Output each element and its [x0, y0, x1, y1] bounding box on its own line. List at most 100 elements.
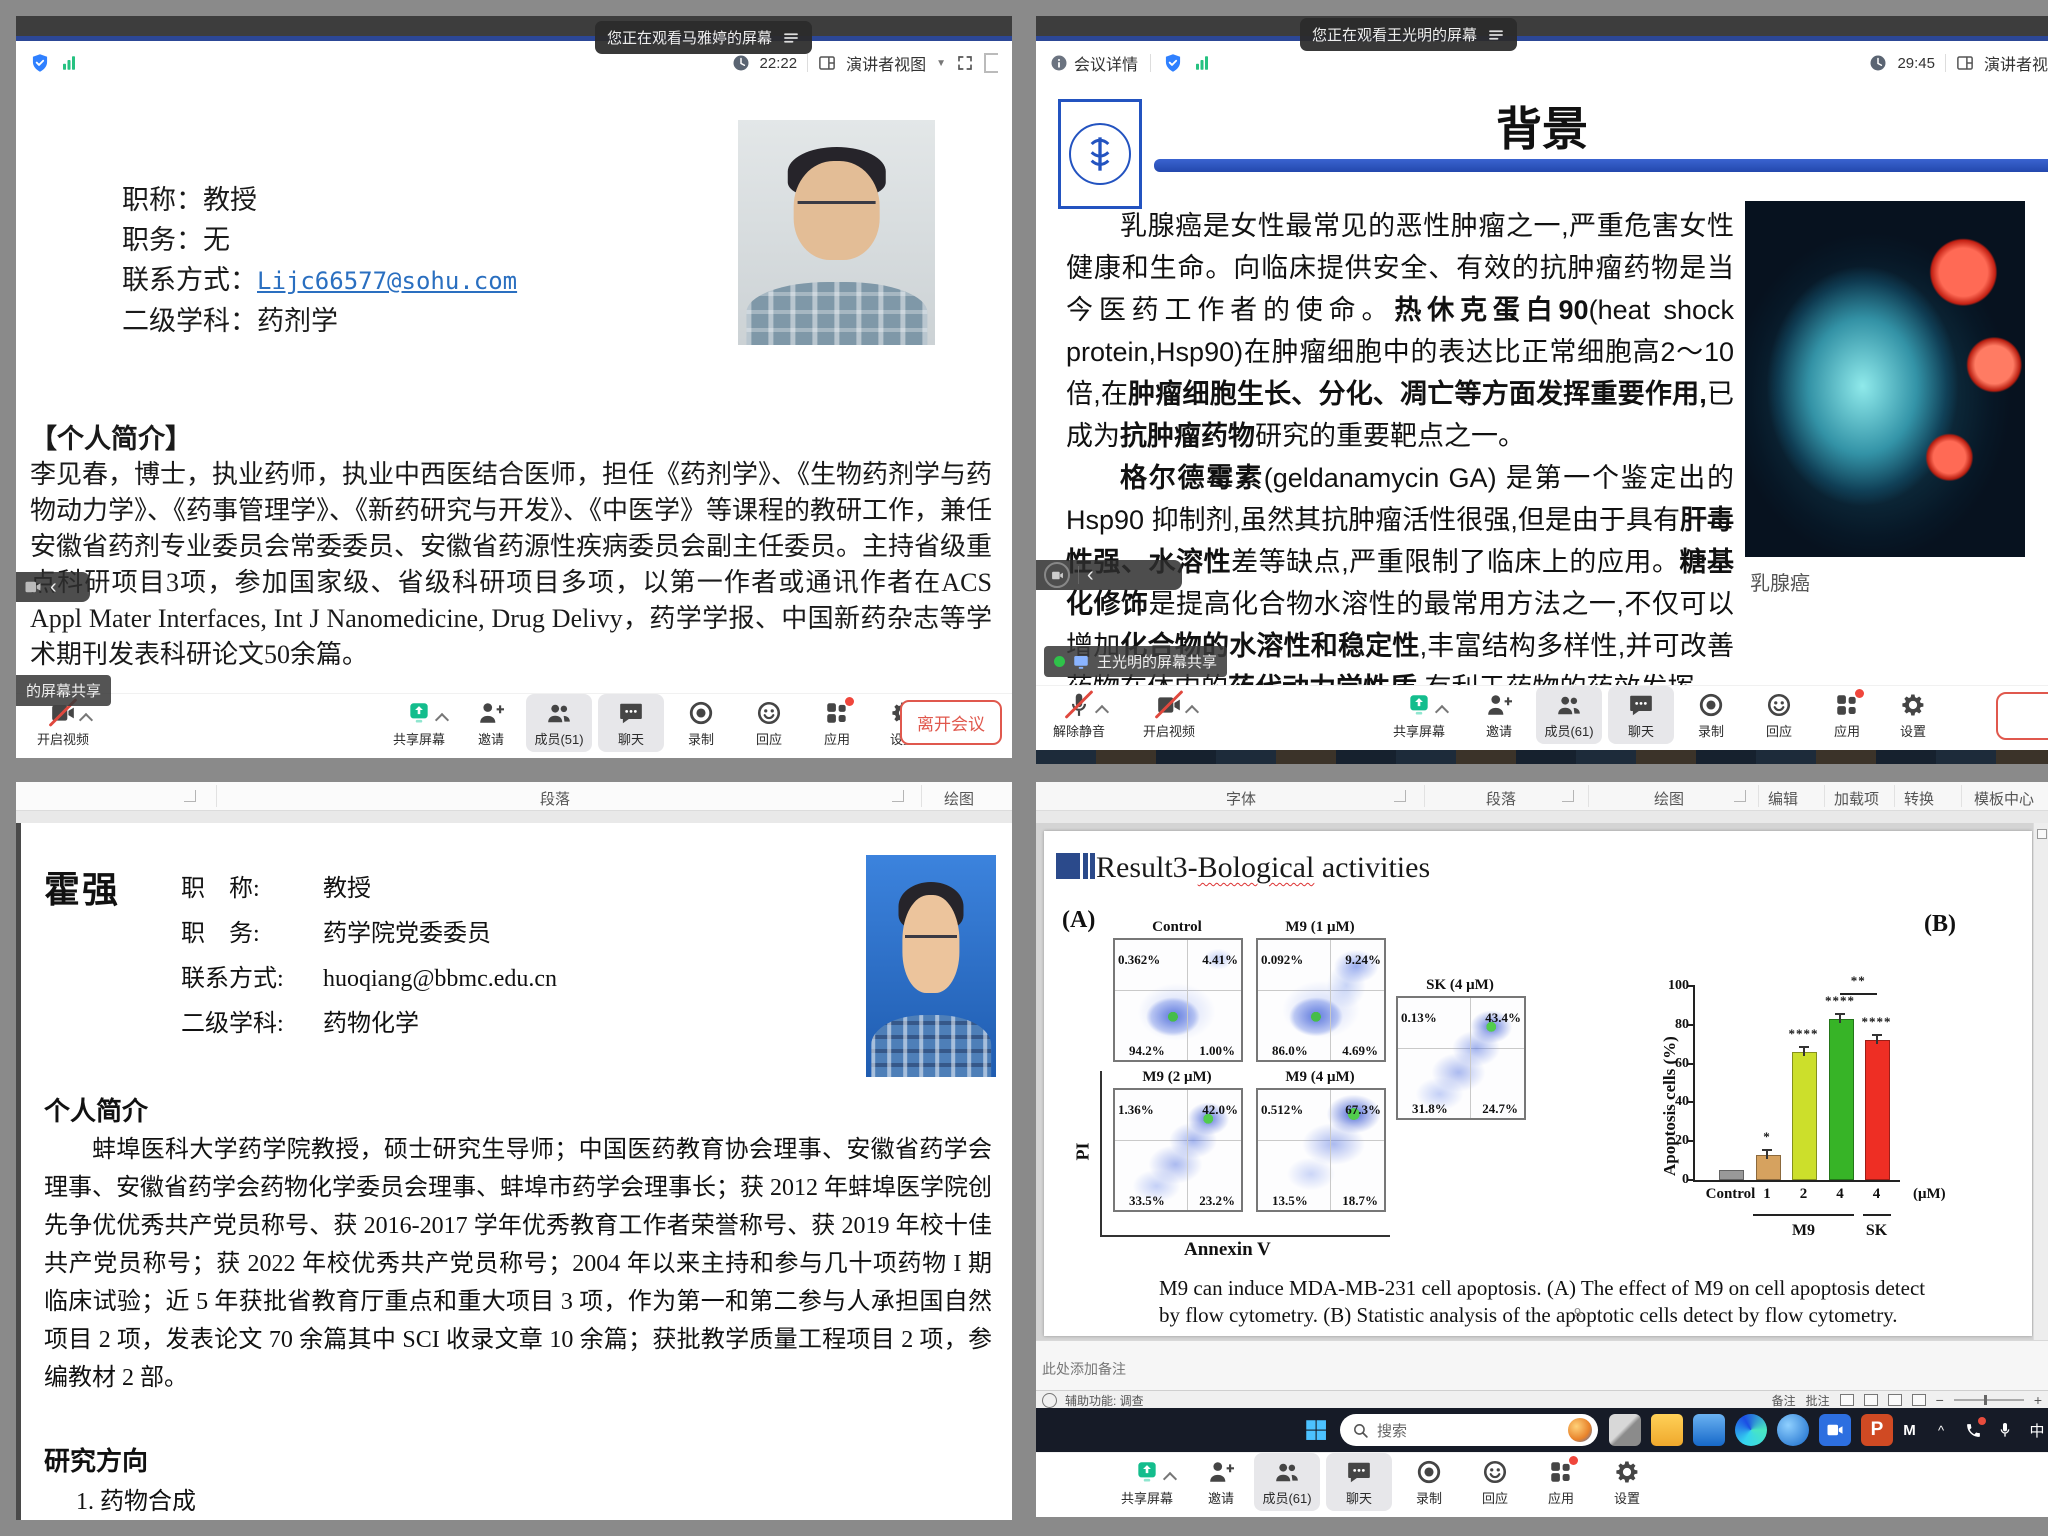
chevron-left-icon[interactable]: ‹ [1087, 565, 1094, 585]
toolbar-record[interactable]: 录制 [1678, 686, 1744, 744]
task-view-icon[interactable] [1609, 1414, 1641, 1446]
leave-meeting-button[interactable]: 离开会议 [900, 700, 1002, 745]
fullscreen-icon[interactable] [956, 54, 974, 72]
leave-meeting-button-clipped[interactable] [1996, 692, 2048, 740]
dialog-launcher-icon[interactable] [184, 790, 196, 802]
timer-clock-icon [1869, 54, 1887, 72]
edge-browser-icon[interactable] [1735, 1414, 1767, 1446]
chevron-down-icon[interactable]: ▼ [936, 58, 946, 69]
view-mode-label[interactable]: 演讲者视图 [1984, 51, 2048, 75]
toolbar-apps[interactable]: 应用 [1814, 686, 1880, 744]
view-mode-label[interactable]: 演讲者视图 [846, 51, 926, 75]
video-overlay-collapsed[interactable]: ‹ [1036, 560, 1182, 590]
taskbar-search-input[interactable]: 搜索 [1340, 1414, 1598, 1446]
field-position: 职务：无 [122, 220, 517, 260]
caret-up-icon[interactable] [1185, 705, 1199, 719]
mail-icon[interactable] [1693, 1414, 1725, 1446]
toolbar-unmute[interactable]: 解除静音 [1046, 686, 1112, 744]
toolbar-reactions[interactable]: 回应 [736, 694, 802, 752]
reaction-icon [754, 699, 784, 727]
dialog-launcher-icon[interactable] [1562, 790, 1574, 802]
normal-view-icon[interactable] [1840, 1394, 1854, 1406]
speaker-view-icon[interactable] [818, 54, 836, 72]
zoom-in-icon[interactable]: + [2034, 1392, 2042, 1408]
toolbar-chat[interactable]: 聊天 [1608, 686, 1674, 744]
toolbar-chat[interactable]: 聊天 [598, 694, 664, 752]
security-shield-icon[interactable] [1163, 53, 1183, 73]
toolbar-members[interactable]: 成员(61) [1254, 1453, 1320, 1511]
caret-up-icon[interactable] [1095, 705, 1109, 719]
browser-icon[interactable] [1777, 1414, 1809, 1446]
toolbar-record[interactable]: 录制 [668, 694, 734, 752]
speaker-view-icon[interactable] [1956, 54, 1974, 72]
toolbar-apps[interactable]: 应用 [1528, 1453, 1594, 1511]
camera-off-icon [1154, 691, 1184, 719]
toolbar-share-screen[interactable]: 共享屏幕 [386, 694, 452, 752]
toolbar-settings[interactable]: 设置 [1880, 686, 1946, 744]
chevron-left-icon[interactable]: ‹ [50, 577, 57, 597]
bio-paragraph: 李见春，博士，执业药师，执业中西医结合医师，担任《药剂学》、《生物药剂学与药物动… [30, 457, 992, 673]
email-link[interactable]: Lijc66577@sohu.com [257, 267, 517, 295]
zoom-slider[interactable] [1954, 1399, 2024, 1401]
comments-button[interactable]: 批注 [1806, 1392, 1830, 1409]
flow-x-axis-label: Annexin V [1184, 1239, 1271, 1261]
dialog-launcher-icon[interactable] [1394, 790, 1406, 802]
toolbar-members[interactable]: 成员(61) [1536, 686, 1602, 744]
reading-view-icon[interactable] [1888, 1394, 1902, 1406]
tray-expand-caret-icon[interactable]: ^ [1930, 1419, 1952, 1441]
security-shield-icon[interactable] [30, 53, 50, 73]
toolbar-invite[interactable]: 邀请 [458, 694, 524, 752]
meeting-app-icon[interactable] [1819, 1414, 1851, 1446]
caret-up-icon[interactable] [1435, 705, 1449, 719]
caret-up-icon[interactable] [1163, 1472, 1177, 1486]
clipped-window-icon[interactable] [984, 53, 998, 73]
ime-indicator[interactable]: 中 [2026, 1419, 2048, 1441]
tray-mic-icon[interactable] [1994, 1419, 2016, 1441]
zoom-out-icon[interactable]: − [1936, 1392, 1944, 1408]
dialog-launcher-icon[interactable] [892, 790, 904, 802]
toolbar-invite[interactable]: 邀请 [1466, 686, 1532, 744]
scroll-up-arrow[interactable] [2037, 829, 2047, 839]
toolbar-settings[interactable]: 设置 [1594, 1453, 1660, 1511]
toolbar-reactions[interactable]: 回应 [1746, 686, 1812, 744]
vertical-scrollbar[interactable] [2033, 823, 2048, 1340]
toolbar-invite[interactable]: 邀请 [1188, 1453, 1254, 1511]
toolbar-members[interactable]: 成员(51) [526, 694, 592, 752]
search-highlight-thumbnail[interactable] [1568, 1418, 1592, 1442]
powerpoint-icon[interactable]: P [1861, 1414, 1893, 1446]
apoptosis-bar-chart: 020406080100Control*1****2****4****4(μM)… [1693, 986, 1900, 1182]
notes-pane[interactable]: 此处添加备注 [1036, 1340, 2048, 1391]
title-underline-bar [1154, 159, 2048, 172]
notes-placeholder[interactable]: 此处添加备注 [1042, 1359, 1126, 1379]
watching-banner[interactable]: 您正在观看王光明的屏幕 [1300, 18, 1517, 51]
watching-banner[interactable]: 您正在观看马雅婷的屏幕 [595, 21, 812, 54]
caret-up-icon[interactable] [435, 713, 449, 727]
dialog-launcher-icon[interactable] [1734, 790, 1746, 802]
toolbar-share-screen[interactable]: 共享屏幕 [1386, 686, 1452, 744]
info-icon[interactable] [1050, 54, 1068, 72]
tray-phone-icon[interactable] [1962, 1419, 1984, 1441]
toolbar-apps[interactable]: 应用 [804, 694, 870, 752]
toolbar-start-video[interactable]: 开启视频 [1136, 686, 1202, 744]
video-overlay-collapsed[interactable]: ‹ [16, 572, 90, 602]
flow-panel-control: Control 0.362% 4.41% 94.2% 1.00% [1113, 919, 1241, 1062]
meeting-details-label[interactable]: 会议详情 [1074, 51, 1138, 75]
meeting-header: 会议详情 29:45 演讲者视图 [1036, 41, 2048, 86]
windows-start-icon[interactable] [1303, 1417, 1329, 1443]
zoom-slider-knob[interactable] [1984, 1395, 1987, 1405]
slide-sorter-view-icon[interactable] [1864, 1394, 1878, 1406]
toolbar-share-screen[interactable]: 共享屏幕 [1114, 1453, 1180, 1511]
toolbar-record[interactable]: 录制 [1396, 1453, 1462, 1511]
camera-toggle-icon[interactable] [1044, 562, 1070, 588]
tray-app-icon[interactable]: M [1898, 1419, 1920, 1441]
menu-icon[interactable] [1487, 26, 1505, 44]
network-signal-icon [60, 54, 78, 72]
toolbar-chat[interactable]: 聊天 [1326, 1453, 1392, 1511]
file-explorer-icon[interactable] [1651, 1414, 1683, 1446]
toolbar-reactions[interactable]: 回应 [1462, 1453, 1528, 1511]
meeting-toolbar: 开启视频 共享屏幕 邀请 成员(51) 聊天 录制 [16, 693, 1012, 758]
notes-button[interactable]: 备注 [1772, 1392, 1796, 1409]
slideshow-view-icon[interactable] [1912, 1394, 1926, 1406]
caret-up-icon[interactable] [79, 713, 93, 727]
menu-icon[interactable] [782, 29, 800, 47]
